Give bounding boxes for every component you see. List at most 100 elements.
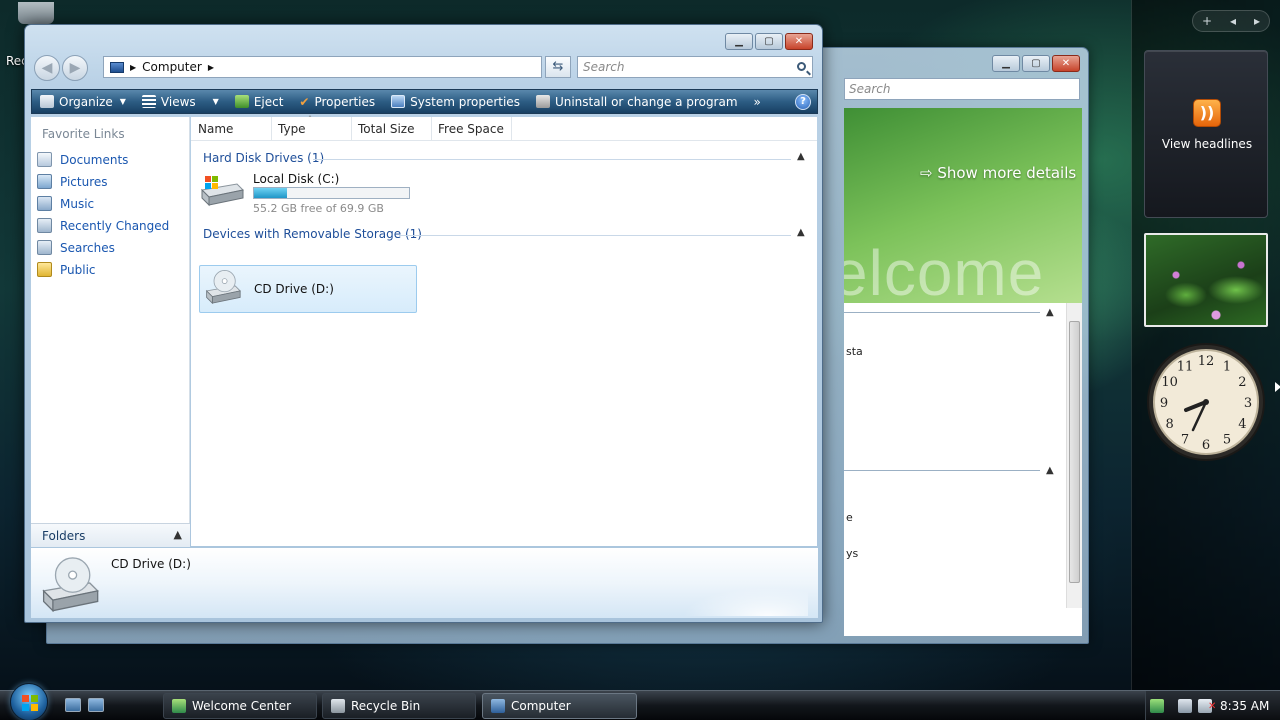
drive-cd-d[interactable]: CD Drive (D:): [199, 265, 417, 313]
column-divider[interactable]: [431, 117, 432, 141]
close-button[interactable]: ✕: [785, 33, 813, 50]
recycle-bin-icon: [331, 699, 345, 713]
details-item-name: CD Drive (D:): [111, 557, 191, 571]
previous-page-icon[interactable]: ◂: [1230, 14, 1236, 28]
column-divider[interactable]: [511, 117, 512, 141]
maximize-button[interactable]: ▢: [1022, 55, 1050, 72]
start-button[interactable]: [10, 683, 48, 720]
add-gadget-icon[interactable]: +: [1202, 14, 1212, 28]
collapse-chevron-icon[interactable]: ▲: [1046, 465, 1054, 476]
uninstall-program-button[interactable]: Uninstall or change a program: [528, 90, 746, 113]
breadcrumb-computer[interactable]: Computer: [142, 60, 202, 74]
view-headlines-link[interactable]: View headlines: [1145, 137, 1269, 151]
feed-headlines-gadget[interactable]: )) View headlines: [1144, 50, 1268, 218]
search-icon[interactable]: [797, 62, 806, 71]
column-divider[interactable]: [351, 117, 352, 141]
back-button[interactable]: ◀: [34, 55, 60, 81]
nav-link-searches[interactable]: Searches: [37, 240, 115, 255]
minimize-button[interactable]: ▁: [725, 33, 753, 50]
minimize-button[interactable]: ▁: [992, 55, 1020, 72]
sidebar-controls: + ◂ ▸: [1192, 10, 1270, 32]
computer-icon: [491, 699, 505, 713]
breadcrumb-arrow-icon[interactable]: ▶: [130, 63, 136, 72]
group-hard-disk-drives[interactable]: Hard Disk Drives (1): [203, 151, 324, 165]
checkmark-icon: ✔: [299, 94, 310, 109]
decorative-swirl: [658, 556, 808, 616]
clock-number: 3: [1244, 396, 1252, 411]
close-button[interactable]: ✕: [1052, 55, 1080, 72]
documents-icon: [37, 152, 52, 167]
desktop: Rec ▁ ▢ ✕ Search ⇨ Show more details elc…: [0, 0, 1280, 720]
clock-number: 6: [1202, 438, 1210, 453]
show-more-details-link[interactable]: ⇨ Show more details: [920, 164, 1076, 182]
nav-link-pictures[interactable]: Pictures: [37, 174, 108, 189]
programs-icon: [535, 95, 550, 108]
column-divider[interactable]: [271, 117, 272, 141]
nav-link-documents[interactable]: Documents: [37, 152, 128, 167]
section-divider: [844, 470, 1040, 471]
slide-show-gadget[interactable]: [1144, 233, 1268, 327]
taskbar-clock[interactable]: 8:35 AM: [1220, 699, 1269, 713]
searches-icon: [37, 240, 52, 255]
taskbar-welcome-center[interactable]: Welcome Center: [163, 693, 317, 719]
properties-button[interactable]: ✔ Properties: [291, 90, 383, 113]
maximize-button[interactable]: ▢: [755, 33, 783, 50]
nav-link-music[interactable]: Music: [37, 196, 94, 211]
forward-button[interactable]: ▶: [62, 55, 88, 81]
column-name[interactable]: Name: [198, 122, 233, 136]
scrollbar[interactable]: [1066, 303, 1082, 608]
address-bar[interactable]: ▶ Computer ▶ ▼: [103, 56, 614, 78]
drive-local-disk-c[interactable]: Local Disk (C:) 55.2 GB free of 69.9 GB: [199, 172, 429, 216]
system-properties-icon: [391, 95, 406, 108]
chevron-down-icon: ▼: [119, 97, 126, 106]
welcome-banner-text: elcome: [844, 237, 1045, 303]
column-type[interactable]: Type: [278, 122, 306, 136]
group-removable-storage[interactable]: Devices with Removable Storage (1): [203, 227, 422, 241]
welcome-banner: ⇨ Show more details elcome: [844, 108, 1082, 303]
views-icon: [141, 95, 156, 108]
drive-name: Local Disk (C:): [253, 172, 340, 186]
nav-link-recently-changed[interactable]: Recently Changed: [37, 218, 169, 233]
nav-link-public[interactable]: Public: [37, 262, 96, 277]
welcome-search-input[interactable]: Search: [844, 78, 1080, 100]
clock-number: 7: [1181, 432, 1189, 447]
clock-number: 8: [1165, 417, 1173, 432]
column-free-space[interactable]: Free Space: [438, 122, 504, 136]
collapse-chevron-icon[interactable]: ▲: [797, 227, 805, 238]
next-page-icon[interactable]: ▸: [1254, 14, 1260, 28]
breadcrumb-arrow-icon[interactable]: ▶: [208, 63, 214, 72]
clock-number: 2: [1238, 375, 1246, 390]
organize-button[interactable]: Organize ▼: [32, 90, 134, 113]
windows-sidebar: + ◂ ▸ )) View headlines 12 1 2 3 4 5 6 7 8 9 10 11: [1131, 0, 1280, 690]
show-desktop-icon[interactable]: [65, 698, 81, 712]
computer-icon: [110, 61, 124, 73]
network-icon[interactable]: [1150, 699, 1164, 713]
eject-icon: [234, 95, 249, 108]
collapse-chevron-icon[interactable]: ▲: [797, 151, 805, 162]
more-commands-button[interactable]: »: [746, 90, 769, 113]
scrollbar-thumb[interactable]: [1069, 321, 1080, 583]
clock-number: 5: [1223, 432, 1231, 447]
switch-windows-icon[interactable]: [88, 698, 104, 712]
taskbar-recycle-bin[interactable]: Recycle Bin: [322, 693, 476, 719]
computer-window[interactable]: ▁ ▢ ✕ ◀ ▶ ▶ Computer ▶ ▼ ⇆ Search Organi…: [24, 24, 823, 623]
network-status-icon[interactable]: [1178, 699, 1192, 713]
rss-icon: )): [1193, 99, 1221, 127]
help-icon[interactable]: ?: [795, 94, 811, 110]
views-button[interactable]: Views ▼: [134, 90, 227, 113]
pictures-icon: [37, 174, 52, 189]
organize-icon: [40, 95, 54, 108]
music-icon: [37, 196, 52, 211]
eject-button[interactable]: Eject: [227, 90, 292, 113]
taskbar-computer[interactable]: Computer: [482, 693, 637, 719]
column-total-size[interactable]: Total Size: [358, 122, 414, 136]
folders-toggle[interactable]: Folders ▲: [31, 523, 190, 547]
collapse-chevron-icon[interactable]: ▲: [1046, 307, 1054, 318]
content-pane: Name Type ˆ Total Size Free Space Hard D…: [191, 115, 817, 546]
clock-gadget[interactable]: 12 12 3 45678 9 1011: [1146, 342, 1266, 462]
group-divider: [399, 235, 791, 236]
system-properties-button[interactable]: System properties: [383, 90, 528, 113]
refresh-button[interactable]: ⇆: [545, 56, 571, 78]
search-input[interactable]: Search: [577, 56, 813, 78]
recycle-bin-icon[interactable]: [18, 2, 54, 24]
